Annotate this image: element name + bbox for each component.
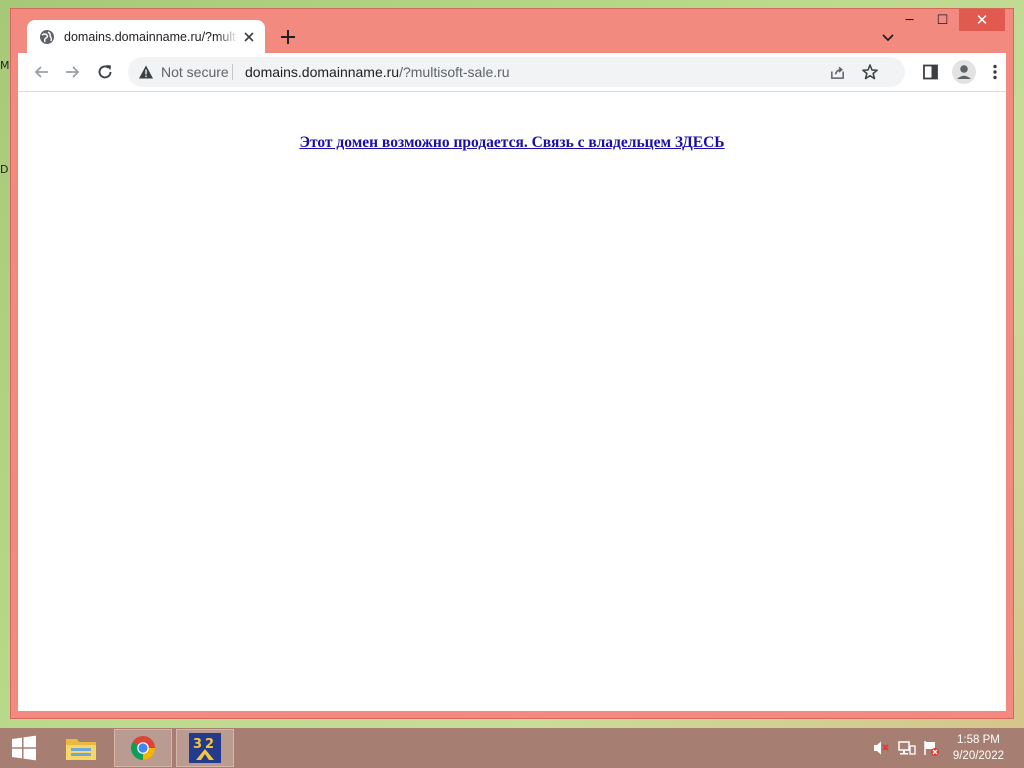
contact-owner-link[interactable]: Этот домен возможно продается. Связь с в…	[18, 134, 1006, 152]
clock-date: 9/20/2022	[952, 750, 1004, 762]
address-bar[interactable]: Not secure domains.domainname.ru/?multis…	[128, 57, 905, 87]
close-tab-icon[interactable]	[241, 29, 257, 45]
taskbar: 3 2 1:58 PM 9/20/2022	[0, 728, 1024, 768]
folder-icon	[66, 739, 96, 760]
tab-search-chevron-icon[interactable]	[880, 29, 896, 45]
forward-arrow-icon[interactable]	[62, 62, 82, 82]
page-content: Этот домен возможно продается. Связь с в…	[18, 92, 1006, 711]
omnibox-divider	[232, 64, 233, 80]
share-icon[interactable]	[829, 64, 846, 81]
taskbar-file-explorer[interactable]	[52, 729, 110, 767]
chrome-logo-icon	[130, 735, 155, 760]
url-host: domains.domainname.ru	[245, 64, 400, 80]
taskbar-clock[interactable]: 1:58 PM 9/20/2022	[953, 732, 1004, 764]
tab-strip: domains.domainname.ru/?multisoft-sale.ru	[11, 9, 1013, 54]
side-panel-icon[interactable]	[921, 62, 941, 82]
globe-icon	[40, 30, 54, 44]
svg-text:3: 3	[193, 737, 202, 752]
volume-muted-icon[interactable]	[872, 740, 890, 756]
browser-window: ─ ☐ ✕ domains.domainname.ru/?multisoft-s…	[10, 8, 1014, 719]
security-status-label[interactable]: Not secure	[161, 64, 229, 80]
app-32-icon: 3 2	[189, 733, 221, 763]
bookmark-star-icon[interactable]	[861, 63, 879, 81]
desktop-icon-label-m: M	[0, 59, 10, 72]
browser-tab[interactable]: domains.domainname.ru/?multisoft-sale.ru	[27, 20, 265, 54]
start-button[interactable]	[0, 728, 48, 768]
svg-text:2: 2	[205, 737, 214, 752]
clock-time: 1:58 PM	[957, 734, 1000, 746]
action-center-flag-icon[interactable]	[922, 740, 940, 756]
network-icon[interactable]	[898, 740, 916, 756]
warning-icon[interactable]	[138, 64, 154, 80]
browser-toolbar: Not secure domains.domainname.ru/?multis…	[18, 53, 1006, 92]
taskbar-app-32[interactable]: 3 2	[176, 729, 234, 767]
windows-logo-icon	[12, 735, 36, 761]
url-text[interactable]: domains.domainname.ru/?multisoft-sale.ru	[245, 64, 510, 80]
more-menu-icon[interactable]	[985, 62, 1005, 82]
desktop-icon-label-d: D	[0, 163, 9, 176]
url-path: /?multisoft-sale.ru	[399, 64, 510, 80]
tab-title: domains.domainname.ru/?multisoft-sale.ru	[64, 30, 238, 44]
profile-avatar-icon[interactable]	[951, 59, 977, 85]
taskbar-chrome[interactable]	[114, 729, 172, 767]
new-tab-button[interactable]	[277, 26, 299, 48]
reload-icon[interactable]	[95, 62, 115, 82]
back-arrow-icon[interactable]	[32, 62, 52, 82]
